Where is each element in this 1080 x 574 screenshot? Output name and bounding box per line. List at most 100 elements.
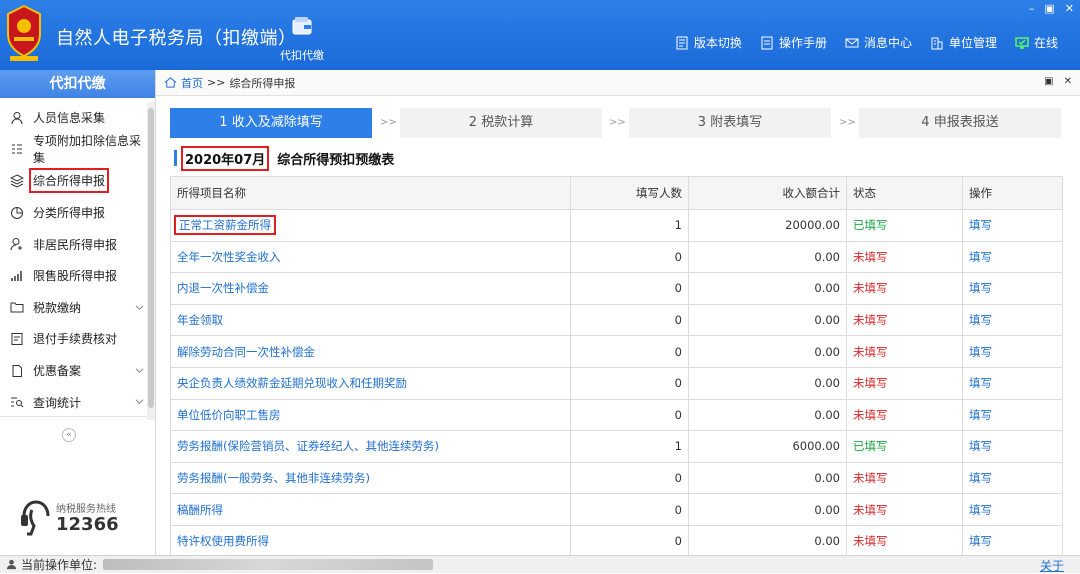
step-tax-calculation[interactable]: 2 税款计算 (400, 108, 602, 138)
fill-link[interactable]: 填写 (969, 218, 992, 232)
close-button[interactable]: ✕ (1065, 2, 1074, 15)
fill-link[interactable]: 填写 (969, 534, 992, 548)
fill-link[interactable]: 填写 (969, 345, 992, 359)
person-icon (11, 111, 23, 124)
income-item-link[interactable]: 内退一次性补偿金 (177, 281, 269, 295)
breadcrumb-home-link[interactable]: 首页 (181, 75, 203, 91)
manual-icon (761, 36, 773, 49)
sidebar-item-classified-income[interactable]: 分类所得申报 (0, 197, 146, 229)
fill-link[interactable]: 填写 (969, 281, 992, 295)
income-item-link[interactable]: 劳务报酬(保险营销员、证券经纪人、其他连续劳务) (177, 439, 439, 453)
row-status: 未填写 (846, 366, 963, 400)
fill-link[interactable]: 填写 (969, 503, 992, 517)
step-attachment[interactable]: 3 附表填写 (629, 108, 831, 138)
sidebar-item-special-deduction[interactable]: 专项附加扣除信息采集 (0, 134, 146, 165)
table-row: 单位低价向职工售房 0 0.00 未填写 填写 (170, 398, 1063, 432)
income-item-link[interactable]: 正常工资薪金所得 (174, 215, 276, 236)
row-income: 0.00 (688, 493, 847, 526)
income-item-link[interactable]: 单位低价向职工售房 (177, 408, 281, 422)
scrollbar-thumb[interactable] (148, 108, 154, 408)
tax-emblem-icon (7, 4, 41, 61)
fill-link[interactable]: 填写 (969, 408, 992, 422)
sidebar-item-refund-fee-check[interactable]: 退付手续费核对 (0, 323, 146, 355)
sidebar-header: 代扣代缴 (0, 70, 155, 98)
sidebar-item-label: 限售股所得申报 (33, 269, 118, 284)
income-item-link[interactable]: 全年一次性奖金收入 (177, 250, 281, 264)
income-item-link[interactable]: 央企负责人绩效薪金延期兑现收入和任期奖励 (177, 376, 407, 390)
row-income: 0.00 (688, 398, 847, 432)
app-title: 自然人电子税务局（扣缴端） (56, 28, 297, 49)
online-status[interactable]: 在线 (1015, 34, 1058, 51)
version-switch-link[interactable]: 版本切换 (675, 34, 742, 51)
manual-link[interactable]: 操作手册 (760, 34, 827, 51)
table-row: 正常工资薪金所得 1 20000.00 已填写 填写 (170, 209, 1063, 242)
income-item-link[interactable]: 年金领取 (177, 313, 223, 327)
step-separator: >> (839, 117, 856, 128)
fill-link[interactable]: 填写 (969, 471, 992, 485)
sidebar-collapse-button[interactable]: « (62, 428, 76, 442)
maximize-button[interactable]: ▣ (1044, 2, 1054, 15)
header-item-name: 所得项目名称 (170, 176, 571, 210)
module-daikou-daijiao[interactable]: 代扣代缴 (274, 14, 330, 63)
sidebar-item-label: 分类所得申报 (33, 206, 106, 221)
row-count: 0 (570, 240, 689, 274)
status-bar: 当前操作单位: 关于 (0, 555, 1080, 573)
minimize-button[interactable]: – (1029, 2, 1035, 15)
form-name: 综合所得预扣预缴表 (277, 152, 395, 168)
about-link[interactable]: 关于 (1040, 557, 1064, 574)
unit-management-link[interactable]: 单位管理 (930, 34, 997, 51)
sidebar-item-nonresident-income[interactable]: 非居民所得申报 (0, 228, 146, 260)
step-tabs: 1 收入及减除填写 >> 2 税款计算 >> 3 附表填写 >> 4 申报表报送 (170, 108, 1062, 138)
sidebar-divider (0, 416, 146, 417)
fill-link[interactable]: 填写 (969, 250, 992, 264)
income-item-link[interactable]: 解除劳动合同一次性补偿金 (177, 345, 315, 359)
close-panel-icon[interactable]: ✕ (1064, 76, 1072, 87)
table-row: 解除劳动合同一次性补偿金 0 0.00 未填写 填写 (170, 335, 1063, 368)
sidebar-item-restricted-shares[interactable]: 限售股所得申报 (0, 260, 146, 292)
table-row: 劳务报酬(一般劳务、其他非连续劳务) 0 0.00 未填写 填写 (170, 461, 1063, 495)
fill-link[interactable]: 填写 (969, 313, 992, 327)
table-row: 内退一次性补偿金 0 0.00 未填写 填写 (170, 272, 1063, 305)
row-count: 0 (570, 335, 689, 368)
doc-icon (11, 332, 23, 345)
row-count: 0 (570, 366, 689, 400)
sidebar-item-comprehensive-income[interactable]: 综合所得申报 (0, 165, 146, 197)
form-title: 2020年07月 综合所得预扣预缴表 (174, 145, 395, 171)
search-list-icon (11, 397, 24, 408)
fill-link[interactable]: 填写 (969, 439, 992, 453)
step-separator: >> (609, 117, 626, 128)
home-icon (164, 77, 177, 88)
row-status: 已填写 (846, 209, 963, 242)
income-item-link[interactable]: 稿酬所得 (177, 503, 223, 517)
row-status: 未填写 (846, 493, 963, 526)
row-income: 0.00 (688, 366, 847, 400)
restore-panel-icon[interactable]: ▣ (1044, 76, 1053, 87)
row-status: 未填写 (846, 461, 963, 495)
step-submit-report[interactable]: 4 申报表报送 (859, 108, 1061, 138)
message-center-label: 消息中心 (863, 36, 912, 50)
list-icon (12, 144, 22, 154)
hotline-label: 纳税服务热线 (56, 504, 116, 515)
row-count: 0 (570, 303, 689, 337)
income-item-link[interactable]: 特许权使用费所得 (177, 534, 269, 548)
sidebar-item-query-stats[interactable]: 查询统计 (0, 386, 146, 418)
step-income-deduction[interactable]: 1 收入及减除填写 (170, 108, 372, 138)
breadcrumb-current: 综合所得申报 (229, 76, 296, 90)
main-panel: 首页 >> 综合所得申报 ▣ ✕ 1 收入及减除填写 >> 2 税款计算 >> … (156, 70, 1080, 558)
current-unit-redacted (103, 559, 434, 570)
fill-link[interactable]: 填写 (969, 376, 992, 390)
row-count: 0 (570, 461, 689, 495)
row-income: 0.00 (688, 303, 847, 337)
sidebar-item-label: 退付手续费核对 (33, 332, 118, 347)
person-alt-icon (10, 238, 22, 251)
table-header-row: 所得项目名称 填写人数 收入额合计 状态 操作 (170, 176, 1063, 210)
sidebar-scrollbar[interactable] (147, 102, 155, 420)
sidebar-item-preferential-filing[interactable]: 优惠备案 (0, 355, 146, 387)
chevron-down-icon (135, 399, 144, 405)
sidebar-item-personnel-info[interactable]: 人员信息采集 (0, 102, 146, 134)
message-center-link[interactable]: 消息中心 (845, 34, 912, 51)
header-status: 状态 (846, 176, 963, 210)
income-item-link[interactable]: 劳务报酬(一般劳务、其他非连续劳务) (177, 471, 370, 485)
sidebar-item-tax-payment[interactable]: 税款缴纳 (0, 292, 146, 324)
unit-management-label: 单位管理 (948, 36, 997, 50)
